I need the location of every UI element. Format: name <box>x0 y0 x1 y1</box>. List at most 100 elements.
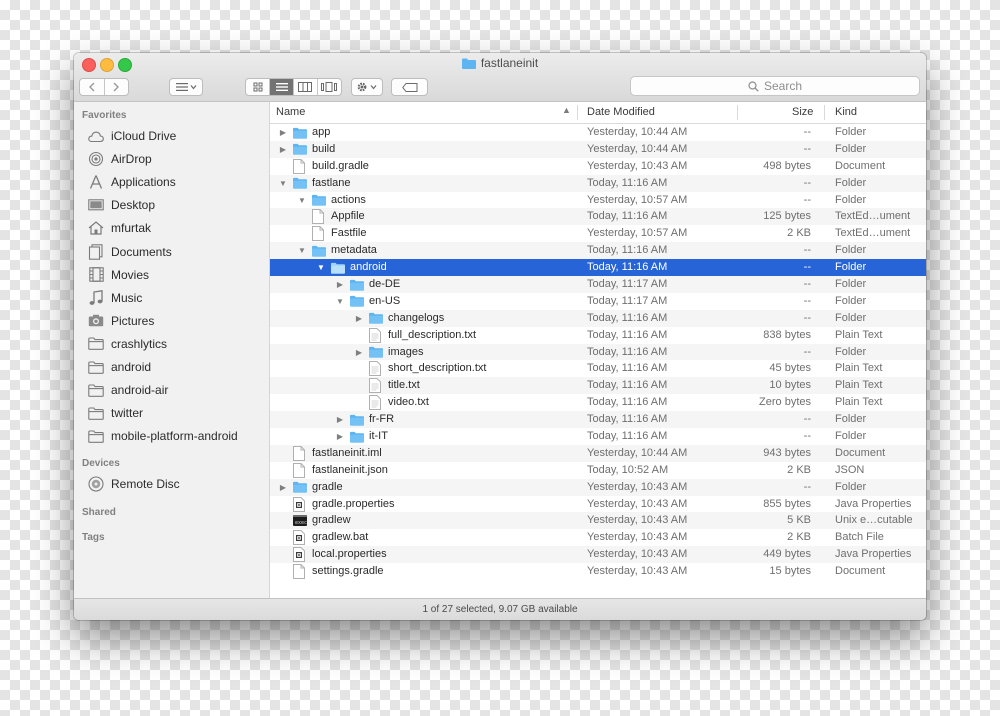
file-kind: Plain Text <box>835 328 883 341</box>
table-row[interactable]: Fastfile Yesterday, 10:57 AM 2 KB TextEd…um… <box>270 225 926 242</box>
arrange-button[interactable] <box>169 78 203 96</box>
desktop-icon <box>87 197 105 213</box>
table-row[interactable]: ▶ fr-FR Today, 11:16 AM -- Folder <box>270 411 926 429</box>
icon-view-button[interactable] <box>246 79 271 95</box>
table-row[interactable]: Appfile Today, 11:16 AM 125 bytes TextEd…um… <box>270 208 926 226</box>
sidebar-item-android-air[interactable]: android-air <box>87 381 168 399</box>
sidebar-item-crashlytics[interactable]: crashlytics <box>87 335 167 353</box>
sidebar-item-pictures[interactable]: Pictures <box>87 312 154 330</box>
edit-tags-button[interactable] <box>391 78 428 96</box>
disclosure-collapsed-icon[interactable]: ▶ <box>354 344 364 361</box>
sidebar-item-music[interactable]: Music <box>87 289 142 307</box>
sidebar-item-label: Applications <box>111 175 176 190</box>
table-row[interactable]: title.txt Today, 11:16 AM 10 bytes Plain Te… <box>270 377 926 395</box>
file-name: gradle <box>312 480 343 493</box>
disclosure-expanded-icon[interactable]: ▼ <box>335 293 345 310</box>
disclosure-collapsed-icon[interactable]: ▶ <box>335 411 345 428</box>
action-menu-button[interactable] <box>351 78 383 96</box>
search-field[interactable]: Search <box>630 76 920 96</box>
table-row[interactable]: ▶ build Yesterday, 10:44 AM -- Folder <box>270 140 926 158</box>
table-row[interactable]: exec gradlew Yesterday, 10:43 AM 5 KB Unix e… <box>270 512 926 530</box>
table-row[interactable]: ▼ en-US Today, 11:17 AM -- Folder <box>270 293 926 310</box>
table-row[interactable]: short_description.txt Today, 11:16 AM 45 b… <box>270 360 926 377</box>
file-name: fastlaneinit.json <box>312 463 388 476</box>
table-row[interactable]: fastlaneinit.iml Yesterday, 10:44 AM 943 b… <box>270 444 926 462</box>
file-name: gradle.properties <box>312 497 395 510</box>
column-divider[interactable] <box>824 105 825 120</box>
sidebar-item-movies[interactable]: Movies <box>87 266 149 284</box>
table-row[interactable]: ▶ gradle Yesterday, 10:43 AM -- Folder <box>270 478 926 496</box>
disclosure-collapsed-icon[interactable]: ▶ <box>278 141 288 158</box>
table-row[interactable]: ▶ app Yesterday, 10:44 AM -- Folder <box>270 124 926 141</box>
table-row[interactable]: build.gradle Yesterday, 10:43 AM 498 bytes… <box>270 158 926 175</box>
table-row[interactable]: ▼ android Today, 11:16 AM -- Folder <box>270 259 926 277</box>
column-size-header[interactable]: Size <box>792 106 813 118</box>
sidebar-item-airdrop[interactable]: AirDrop <box>87 150 152 168</box>
table-row[interactable]: ▶ de-DE Today, 11:17 AM -- Folder <box>270 276 926 293</box>
sidebar-item-mfurtak[interactable]: mfurtak <box>87 219 151 237</box>
column-kind-header[interactable]: Kind <box>835 106 857 118</box>
table-row[interactable]: full_description.txt Today, 11:16 AM 838 b… <box>270 327 926 344</box>
sidebar-item-remote-disc[interactable]: Remote Disc <box>87 475 180 493</box>
file-name: gradlew <box>312 514 351 527</box>
table-row[interactable]: gradlew.bat Yesterday, 10:43 AM 2 KB Batch … <box>270 529 926 546</box>
folder-icon <box>293 142 307 157</box>
cover-flow-button[interactable] <box>318 79 341 95</box>
table-row[interactable]: settings.gradle Yesterday, 10:43 AM 15 byt… <box>270 563 926 580</box>
file-kind: Folder <box>835 261 867 274</box>
disclosure-collapsed-icon[interactable]: ▶ <box>354 310 364 327</box>
sidebar-section-devices[interactable]: Devices <box>82 458 120 469</box>
file-size: 125 bytes <box>763 210 811 223</box>
sidebar-item-android[interactable]: android <box>87 358 151 376</box>
file-size: 15 bytes <box>769 565 811 578</box>
table-row[interactable]: gradle.properties Yesterday, 10:43 AM 855 … <box>270 496 926 513</box>
sidebar-section-shared[interactable]: Shared <box>82 507 116 518</box>
sidebar-item-label: twitter <box>111 406 144 421</box>
sidebar-item-documents[interactable]: Documents <box>87 243 172 261</box>
column-view-button[interactable] <box>294 79 318 95</box>
table-row[interactable]: ▼ actions Yesterday, 10:57 AM -- Folder <box>270 192 926 209</box>
disclosure-collapsed-icon[interactable]: ▶ <box>278 479 288 496</box>
table-row[interactable]: fastlaneinit.json Today, 10:52 AM 2 KB JSON <box>270 462 926 479</box>
file-size: -- <box>803 193 811 206</box>
file-size: 449 bytes <box>763 548 811 561</box>
column-divider[interactable] <box>577 105 578 120</box>
file-date-modified: Today, 11:16 AM <box>587 396 668 409</box>
sidebar-item-label: mobile-platform-android <box>111 429 238 444</box>
column-divider[interactable] <box>737 105 738 120</box>
back-button[interactable] <box>80 79 105 95</box>
disclosure-collapsed-icon[interactable]: ▶ <box>335 276 345 293</box>
table-row[interactable]: ▶ changelogs Today, 11:16 AM -- Folder <box>270 309 926 327</box>
folder-icon <box>350 294 364 309</box>
sidebar-item-mobile-platform-android[interactable]: mobile-platform-android <box>87 427 238 445</box>
home-icon <box>87 220 105 236</box>
sidebar-section-favorites[interactable]: Favorites <box>82 110 126 121</box>
file-size: -- <box>803 261 811 274</box>
forward-button[interactable] <box>105 79 129 95</box>
folder-icon <box>87 405 105 421</box>
table-row[interactable]: ▼ metadata Today, 11:16 AM -- Folder <box>270 242 926 260</box>
file-date-modified: Today, 11:17 AM <box>587 294 668 307</box>
sidebar-item-applications[interactable]: Applications <box>87 173 176 191</box>
folder-icon <box>461 58 476 72</box>
disclosure-collapsed-icon[interactable]: ▶ <box>278 124 288 141</box>
file-kind: Plain Text <box>835 362 883 375</box>
table-row[interactable]: video.txt Today, 11:16 AM Zero bytes Plain … <box>270 394 926 411</box>
table-row[interactable]: ▶ it-IT Today, 11:16 AM -- Folder <box>270 428 926 445</box>
sidebar-section-tags[interactable]: Tags <box>82 532 105 543</box>
disclosure-expanded-icon[interactable]: ▼ <box>297 192 307 209</box>
disclosure-expanded-icon[interactable]: ▼ <box>316 259 326 276</box>
sidebar-item-twitter[interactable]: twitter <box>87 404 143 422</box>
disclosure-expanded-icon[interactable]: ▼ <box>278 175 288 192</box>
sidebar-item-icloud-drive[interactable]: iCloud Drive <box>87 127 176 145</box>
table-row[interactable]: ▼ fastlane Today, 11:16 AM -- Folder <box>270 174 926 192</box>
table-row[interactable]: ▶ images Today, 11:16 AM -- Folder <box>270 343 926 361</box>
column-date-header[interactable]: Date Modified <box>587 106 655 118</box>
sidebar-item-desktop[interactable]: Desktop <box>87 196 155 214</box>
list-view-button[interactable] <box>270 79 294 95</box>
file-size: 2 KB <box>787 227 811 240</box>
table-row[interactable]: local.properties Yesterday, 10:43 AM 449 b… <box>270 546 926 564</box>
column-name-header[interactable]: Name <box>276 106 305 118</box>
disclosure-expanded-icon[interactable]: ▼ <box>297 242 307 259</box>
disclosure-collapsed-icon[interactable]: ▶ <box>335 428 345 445</box>
